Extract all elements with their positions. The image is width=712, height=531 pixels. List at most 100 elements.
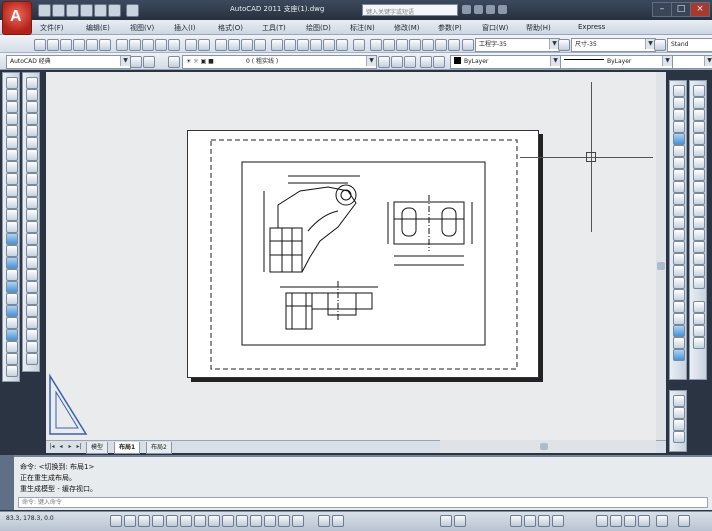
layout-icon[interactable] xyxy=(332,515,344,527)
polygon-icon[interactable] xyxy=(6,113,18,125)
table-icon[interactable] xyxy=(396,39,408,51)
layout-template-icon[interactable] xyxy=(673,407,685,419)
snap-from-icon[interactable] xyxy=(693,97,705,109)
field-icon[interactable] xyxy=(409,39,421,51)
zoom-window-icon[interactable] xyxy=(241,39,253,51)
command-window-grip[interactable] xyxy=(0,455,14,510)
horizontal-scroll-thumb[interactable] xyxy=(540,443,548,450)
workspace-settings-icon[interactable] xyxy=(130,56,142,68)
layer-isolate-icon[interactable] xyxy=(433,56,445,68)
color-select[interactable]: ByLayer ▼ xyxy=(450,55,561,69)
tab-layout2[interactable]: 布局2 xyxy=(146,442,172,454)
star-icon[interactable] xyxy=(486,5,495,14)
mtext-icon[interactable] xyxy=(6,293,18,305)
status-menu-icon[interactable] xyxy=(656,515,668,527)
baseline-icon[interactable] xyxy=(673,193,685,205)
table-icon[interactable] xyxy=(6,281,18,293)
user-icon[interactable] xyxy=(474,5,483,14)
view-top-icon[interactable] xyxy=(693,301,705,313)
zoom-realtime-icon[interactable] xyxy=(228,39,240,51)
osnap-settings-icon[interactable] xyxy=(693,277,705,289)
command-input[interactable]: 命令: 键入命令 xyxy=(18,497,708,508)
snap-extension-icon[interactable] xyxy=(693,157,705,169)
align-icon[interactable] xyxy=(26,281,38,293)
snap-intersection-icon[interactable] xyxy=(693,133,705,145)
snap-none-icon[interactable] xyxy=(693,265,705,277)
explode-icon[interactable] xyxy=(26,257,38,269)
angular-icon[interactable] xyxy=(673,169,685,181)
text-icon[interactable] xyxy=(383,39,395,51)
properties-icon[interactable] xyxy=(271,39,283,51)
copy-icon[interactable] xyxy=(26,89,38,101)
mleader-icon[interactable] xyxy=(673,337,685,349)
continue-icon[interactable] xyxy=(673,205,685,217)
circle-icon[interactable] xyxy=(6,149,18,161)
snap-midpoint-icon[interactable] xyxy=(693,121,705,133)
hatch-icon[interactable] xyxy=(6,245,18,257)
menu-file[interactable]: 文件(F) xyxy=(40,23,64,33)
table-style-select[interactable]: Stand xyxy=(667,38,712,52)
paste-icon[interactable] xyxy=(142,39,154,51)
menu-param[interactable]: 参数(P) xyxy=(438,23,462,33)
snap-node-icon[interactable] xyxy=(693,241,705,253)
center-mark-icon[interactable] xyxy=(673,253,685,265)
calculator-icon[interactable] xyxy=(336,39,348,51)
horizontal-scrollbar[interactable] xyxy=(440,440,656,453)
workspace-select[interactable]: AutoCAD 经典 ▼ xyxy=(6,55,131,69)
gradient-icon[interactable] xyxy=(6,257,18,269)
scale-icon[interactable] xyxy=(26,161,38,173)
menu-modify[interactable]: 修改(M) xyxy=(394,23,420,33)
tab-prev-icon[interactable]: ◂ xyxy=(57,443,65,451)
menu-help[interactable]: 帮助(H) xyxy=(526,23,551,33)
snap-center-icon[interactable] xyxy=(693,169,705,181)
design-center-icon[interactable] xyxy=(284,39,296,51)
dim-break-icon[interactable] xyxy=(673,229,685,241)
aligned-dim-icon[interactable] xyxy=(673,97,685,109)
saveas-icon[interactable] xyxy=(80,4,93,17)
cut-icon[interactable] xyxy=(116,39,128,51)
snap-tangent-icon[interactable] xyxy=(693,193,705,205)
chamfer-icon[interactable] xyxy=(26,233,38,245)
layout-paper[interactable] xyxy=(187,130,539,378)
dim-style-icon[interactable] xyxy=(673,325,685,337)
publish-icon[interactable] xyxy=(99,39,111,51)
jogged-linear-icon[interactable] xyxy=(673,277,685,289)
menu-edit[interactable]: 编辑(E) xyxy=(86,23,110,33)
break-icon[interactable] xyxy=(26,209,38,221)
tab-first-icon[interactable]: |◂ xyxy=(48,443,56,451)
diameter-icon[interactable] xyxy=(673,157,685,169)
region-icon[interactable] xyxy=(6,269,18,281)
3d-osnap-icon[interactable] xyxy=(180,515,192,527)
markup-icon[interactable] xyxy=(323,39,335,51)
divide-icon[interactable] xyxy=(26,293,38,305)
open-icon[interactable] xyxy=(52,4,65,17)
save-icon[interactable] xyxy=(60,39,72,51)
dim-space-icon[interactable] xyxy=(673,217,685,229)
trim-icon[interactable] xyxy=(26,185,38,197)
quick-properties-icon[interactable] xyxy=(264,515,276,527)
linear-dim-icon[interactable] xyxy=(673,85,685,97)
ortho-mode-icon[interactable] xyxy=(138,515,150,527)
make-block-icon[interactable] xyxy=(6,221,18,233)
measure-icon[interactable] xyxy=(26,305,38,317)
annotation-monitor-icon[interactable] xyxy=(292,515,304,527)
copy-icon[interactable] xyxy=(129,39,141,51)
menu-window[interactable]: 窗口(W) xyxy=(482,23,508,33)
new-layout-icon[interactable] xyxy=(673,395,685,407)
zoom-previous-icon[interactable] xyxy=(254,39,266,51)
hatch-icon[interactable] xyxy=(422,39,434,51)
clean-screen-icon[interactable] xyxy=(678,515,690,527)
stretch-icon[interactable] xyxy=(26,173,38,185)
object-track-icon[interactable] xyxy=(194,515,206,527)
dim-style-select[interactable]: 尺寸-35 ▼ xyxy=(571,38,656,52)
tab-model[interactable]: 模型 xyxy=(86,442,109,454)
search-icon[interactable] xyxy=(462,5,471,14)
coordinate-readout[interactable]: 83.3, 178.3, 0.0 xyxy=(6,515,54,522)
preview-icon[interactable] xyxy=(86,39,98,51)
selection-cycling-icon[interactable] xyxy=(278,515,290,527)
layer-icon[interactable] xyxy=(370,39,382,51)
sheet-set-icon[interactable] xyxy=(310,39,322,51)
view-left-icon[interactable] xyxy=(693,325,705,337)
insert-block-icon[interactable] xyxy=(6,209,18,221)
rectangle-icon[interactable] xyxy=(6,125,18,137)
